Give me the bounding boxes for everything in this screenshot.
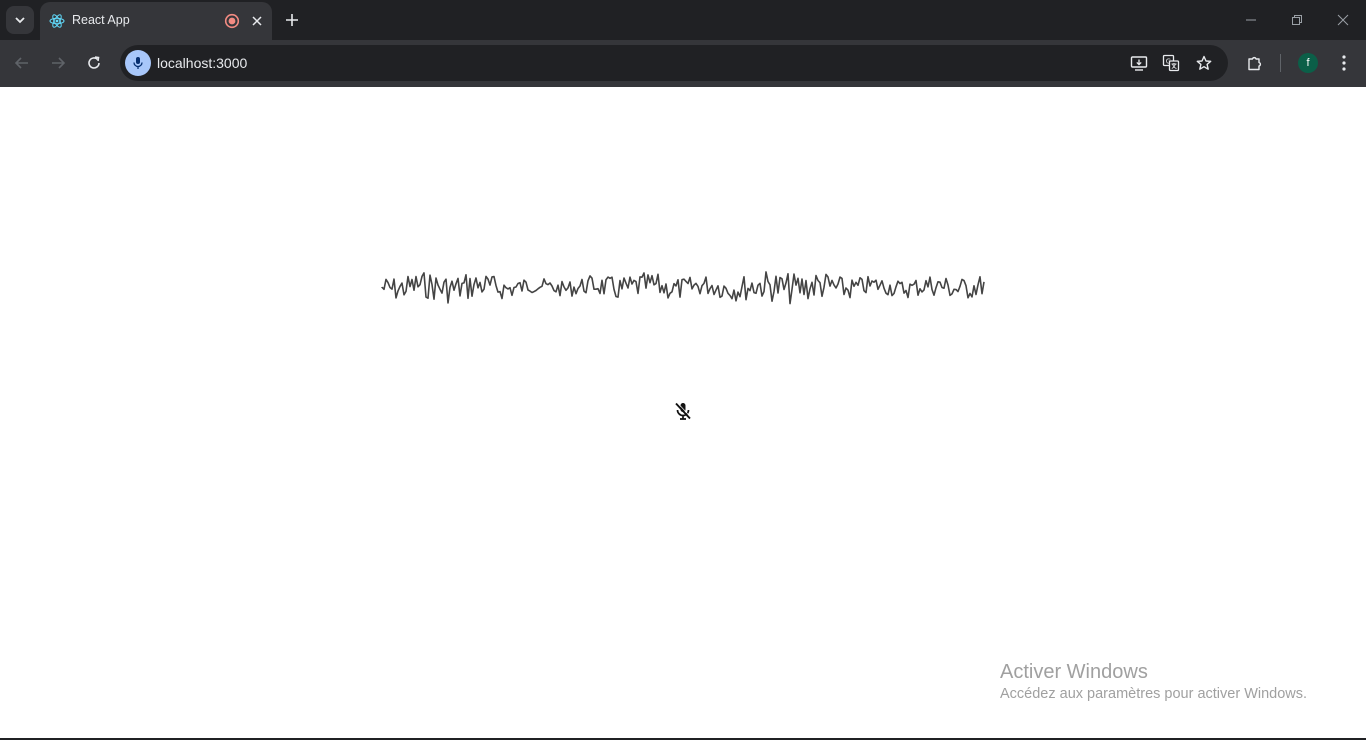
menu-icon: [1342, 55, 1346, 71]
windows-activation-watermark: Activer Windows Accédez aux paramètres p…: [1000, 660, 1307, 704]
profile-avatar[interactable]: f: [1298, 53, 1318, 73]
extensions-icon: [1248, 56, 1262, 71]
back-icon: [14, 57, 28, 69]
new-tab-button[interactable]: [282, 10, 302, 30]
translate-icon: G: [1162, 54, 1180, 72]
toolbar-divider: [1280, 54, 1281, 72]
window-controls: [1228, 0, 1366, 40]
plus-icon: [286, 14, 298, 26]
forward-icon: [52, 57, 66, 69]
waveform-line: [381, 271, 985, 305]
watermark-subtitle: Accédez aux paramètres pour activer Wind…: [1000, 686, 1308, 702]
bookmark-button[interactable]: [1194, 53, 1214, 73]
back-button[interactable]: [10, 51, 34, 75]
close-window-button[interactable]: [1320, 0, 1366, 40]
tab-react-app[interactable]: React App: [40, 2, 272, 40]
extensions-button[interactable]: [1244, 52, 1266, 74]
browser-toolbar: localhost:3000 G f: [0, 40, 1366, 87]
react-logo-icon: [49, 14, 65, 28]
reload-button[interactable]: [82, 51, 106, 75]
minimize-button[interactable]: [1228, 0, 1274, 40]
watermark-title: Activer Windows: [1000, 661, 1148, 683]
translate-button[interactable]: G: [1161, 53, 1181, 73]
close-window-icon: [1337, 14, 1349, 26]
tab-search-button[interactable]: [6, 6, 34, 34]
mic-off-icon: [675, 402, 692, 420]
install-app-icon: [1130, 56, 1148, 71]
address-bar[interactable]: localhost:3000 G: [120, 45, 1228, 81]
reload-icon: [88, 56, 100, 69]
url-text: localhost:3000: [157, 55, 248, 71]
close-icon: [252, 16, 262, 26]
browser-menu-button[interactable]: [1333, 52, 1355, 74]
tab-close-button[interactable]: [248, 12, 266, 30]
mic-toggle-button[interactable]: [672, 400, 694, 422]
bookmark-star-icon: [1196, 55, 1212, 70]
minimize-icon: [1246, 19, 1256, 21]
page-viewport: Activer Windows Accédez aux paramètres p…: [0, 87, 1366, 738]
forward-button[interactable]: [46, 51, 70, 75]
recording-icon: [224, 13, 240, 29]
restore-button[interactable]: [1274, 0, 1320, 40]
audio-waveform: [381, 271, 985, 305]
tab-strip: React App: [0, 0, 1366, 40]
install-app-button[interactable]: [1129, 53, 1149, 73]
site-mic-indicator[interactable]: [125, 50, 151, 76]
restore-icon: [1292, 15, 1302, 25]
chevron-down-icon: [15, 17, 25, 24]
microphone-icon: [133, 57, 143, 69]
tab-title: React App: [72, 13, 130, 27]
